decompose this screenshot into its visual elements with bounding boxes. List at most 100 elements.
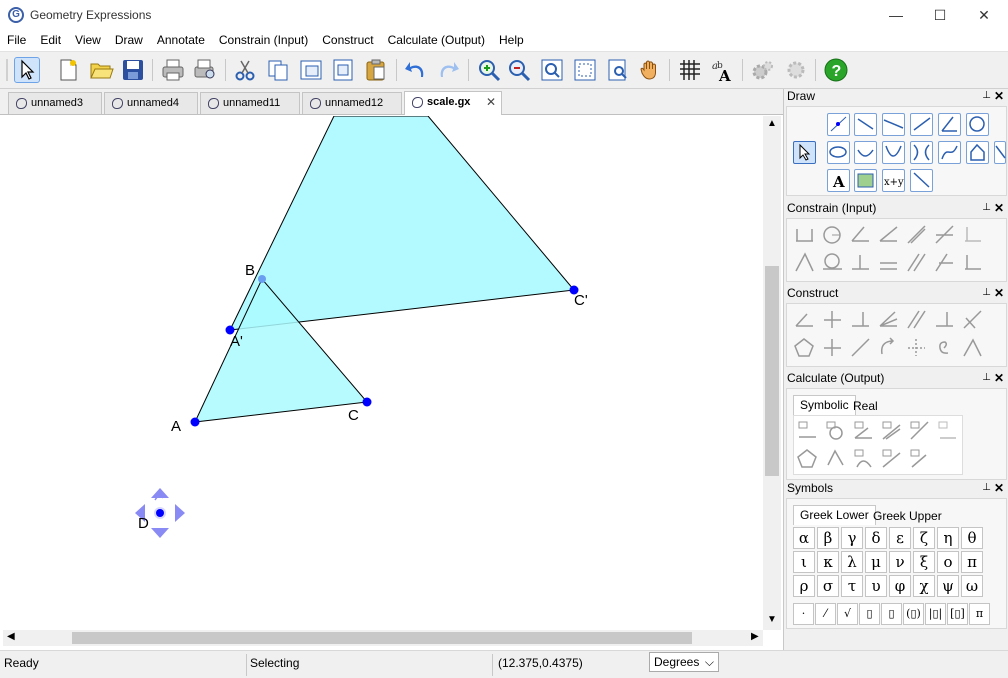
menu-view[interactable]: View — [68, 31, 108, 47]
pin-icon[interactable]: ⊥ — [982, 201, 991, 215]
calc-coordinates-icon[interactable] — [936, 419, 959, 442]
tab-greek-upper[interactable]: Greek Upper — [867, 507, 948, 527]
draw-select-icon[interactable] — [793, 141, 816, 164]
symbol-button[interactable]: δ — [865, 527, 887, 549]
grid-icon[interactable] — [677, 57, 703, 83]
zoom-page-icon[interactable] — [605, 57, 631, 83]
menu-calculate[interactable]: Calculate (Output) — [381, 31, 492, 47]
construct-locus-icon[interactable] — [961, 308, 984, 331]
pin-icon[interactable]: ⊥ — [982, 481, 991, 495]
pin-icon[interactable]: ⊥ — [982, 89, 991, 103]
construct-envelope-icon[interactable] — [961, 336, 984, 359]
symbol-button[interactable]: ρ — [793, 575, 815, 597]
label-a[interactable]: A — [171, 418, 181, 435]
constrain-congruent-icon[interactable] — [905, 251, 928, 274]
symbol-button[interactable]: η — [937, 527, 959, 549]
point-c[interactable] — [362, 397, 372, 407]
print-icon[interactable] — [160, 57, 186, 83]
vertical-scroll-thumb[interactable] — [765, 266, 779, 476]
symbol-button[interactable]: γ — [841, 527, 863, 549]
maximize-button[interactable]: ☐ — [918, 0, 962, 31]
menu-construct[interactable]: Construct — [315, 31, 380, 47]
draw-curve-icon[interactable] — [994, 141, 1006, 164]
construct-reflection-icon[interactable] — [821, 336, 844, 359]
scroll-left-arrow-icon[interactable]: ◀ — [7, 631, 15, 642]
close-icon[interactable]: ✕ — [994, 481, 1004, 495]
label-d[interactable]: D — [138, 515, 149, 532]
draw-hyperbola-icon[interactable] — [910, 141, 933, 164]
close-tab-icon[interactable]: ✕ — [486, 92, 496, 112]
symbol-button[interactable]: ε — [889, 527, 911, 549]
constrain-incident-icon[interactable] — [793, 251, 816, 274]
calc-equation-icon[interactable] — [908, 419, 931, 442]
menu-file[interactable]: File — [0, 31, 33, 47]
draw-text-icon[interactable]: A — [827, 169, 850, 192]
menu-annotate[interactable]: Annotate — [150, 31, 212, 47]
constrain-angle-icon[interactable] — [849, 223, 872, 246]
scaled-triangle[interactable] — [229, 116, 575, 331]
help-icon[interactable]: ? — [823, 57, 849, 83]
symbol-button[interactable]: φ — [889, 575, 911, 597]
construct-intersection-icon[interactable] — [821, 308, 844, 331]
scroll-down-arrow-icon[interactable]: ▼ — [767, 614, 777, 625]
new-file-icon[interactable] — [55, 57, 81, 83]
copy-special-icon[interactable] — [298, 57, 324, 83]
pan-hand-icon[interactable] — [637, 57, 663, 83]
symbol-button[interactable]: ζ — [913, 527, 935, 549]
template-button[interactable]: ▯ — [881, 603, 902, 625]
close-icon[interactable]: ✕ — [994, 286, 1004, 300]
close-icon[interactable]: ✕ — [994, 201, 1004, 215]
tab-unnamed3[interactable]: unnamed3 — [8, 92, 102, 114]
constrain-parallel-icon[interactable] — [877, 251, 900, 274]
construct-tangent-icon[interactable] — [933, 308, 956, 331]
calc-angle-icon[interactable] — [852, 419, 875, 442]
template-button[interactable]: √ — [837, 603, 858, 625]
calc-radius-icon[interactable] — [824, 419, 847, 442]
close-icon[interactable]: ✕ — [994, 89, 1004, 103]
construct-polygon-icon[interactable] — [793, 336, 816, 359]
symbol-button[interactable]: κ — [817, 551, 839, 573]
symbol-button[interactable]: ψ — [937, 575, 959, 597]
cut-icon[interactable] — [232, 57, 258, 83]
paste-icon[interactable] — [363, 57, 389, 83]
constrain-distance-icon[interactable] — [793, 223, 816, 246]
menu-edit[interactable]: Edit — [33, 31, 68, 47]
scroll-up-arrow-icon[interactable]: ▲ — [767, 118, 777, 129]
zoom-out-icon[interactable] — [506, 57, 532, 83]
draw-ellipse-icon[interactable] — [827, 141, 850, 164]
draw-function-icon[interactable] — [938, 141, 961, 164]
construct-dilation-icon[interactable] — [905, 336, 928, 359]
zoom-fit-icon[interactable] — [539, 57, 565, 83]
construct-spiral-icon[interactable] — [933, 336, 956, 359]
symbol-button[interactable]: θ — [961, 527, 983, 549]
draw-arc-icon[interactable] — [854, 141, 877, 164]
minimize-button[interactable]: — — [874, 0, 918, 31]
constrain-perpendicular-icon[interactable] — [849, 251, 872, 274]
tab-unnamed11[interactable]: unnamed11 — [200, 92, 300, 114]
symbol-button[interactable]: τ — [841, 575, 863, 597]
construct-midpoint-icon[interactable] — [793, 308, 816, 331]
menu-draw[interactable]: Draw — [108, 31, 150, 47]
gear-disabled-icon[interactable] — [783, 57, 809, 83]
symbol-button[interactable]: ο — [937, 551, 959, 573]
calc-implicit-icon[interactable] — [852, 447, 875, 470]
calc-slope-icon[interactable] — [880, 419, 903, 442]
tab-real[interactable]: Real — [847, 397, 884, 417]
paste-special-icon[interactable] — [330, 57, 356, 83]
point-b[interactable] — [258, 275, 266, 283]
label-c-prime[interactable]: C' — [574, 292, 588, 309]
symbol-button[interactable]: χ — [913, 575, 935, 597]
draw-ray-icon[interactable] — [910, 113, 933, 136]
point-a[interactable] — [190, 417, 200, 427]
redo-icon[interactable] — [435, 57, 461, 83]
tab-unnamed4[interactable]: unnamed4 — [104, 92, 198, 114]
calc-vector-icon[interactable] — [908, 447, 931, 470]
pin-icon[interactable]: ⊥ — [982, 371, 991, 385]
gear-icon[interactable] — [750, 57, 776, 83]
constrain-coordinates-icon[interactable] — [961, 223, 984, 246]
open-folder-icon[interactable] — [88, 57, 114, 83]
symbol-button[interactable]: ξ — [913, 551, 935, 573]
label-c[interactable]: C — [348, 407, 359, 424]
symbol-button[interactable]: ν — [889, 551, 911, 573]
constrain-direction-icon[interactable] — [877, 223, 900, 246]
